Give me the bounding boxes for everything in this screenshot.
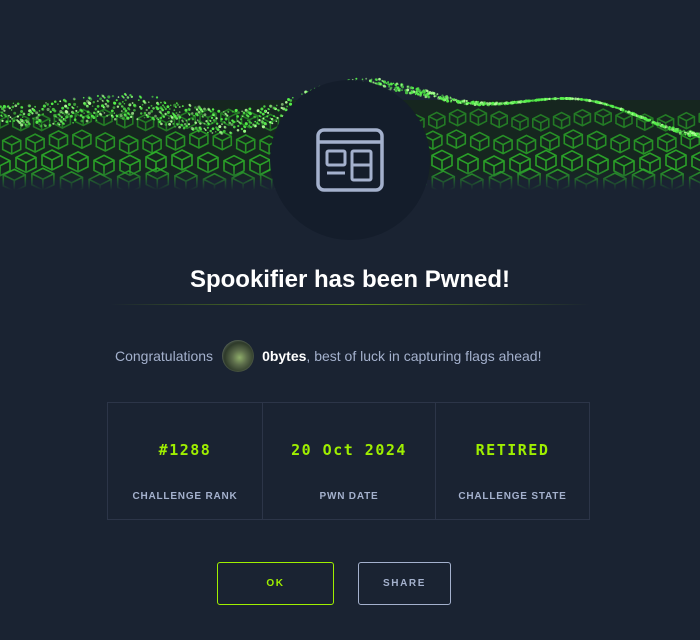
stat-label: PWN DATE: [319, 491, 379, 502]
user-avatar[interactable]: [222, 340, 255, 372]
stat-value: 20 Oct 2024: [291, 441, 407, 459]
stat-challenge-rank: #1288 CHALLENGE RANK: [108, 403, 262, 519]
pwned-title: Spookifier has been Pwned!: [189, 266, 511, 293]
web-window-icon: [316, 128, 384, 192]
stat-value: RETIRED: [475, 441, 550, 459]
stat-challenge-state: RETIRED CHALLENGE STATE: [435, 403, 589, 519]
congrats-prefix: Congratulations: [115, 348, 214, 364]
challenge-category-icon-circle: [270, 80, 430, 240]
share-button[interactable]: SHARE: [358, 562, 451, 605]
stat-pwn-date: 20 Oct 2024 PWN DATE: [262, 403, 435, 519]
stat-label: CHALLENGE RANK: [132, 491, 238, 502]
stat-label: CHALLENGE STATE: [458, 491, 567, 502]
stat-value: #1288: [158, 441, 212, 459]
congratulations-message: Congratulations 0bytes , best of luck in…: [115, 340, 541, 372]
username[interactable]: 0bytes: [262, 348, 306, 364]
pwn-stats: #1288 CHALLENGE RANK 20 Oct 2024 PWN DAT…: [107, 402, 590, 520]
title-divider: [110, 304, 590, 305]
ok-button[interactable]: OK: [217, 562, 334, 605]
congrats-suffix: , best of luck in capturing flags ahead!: [306, 348, 542, 364]
